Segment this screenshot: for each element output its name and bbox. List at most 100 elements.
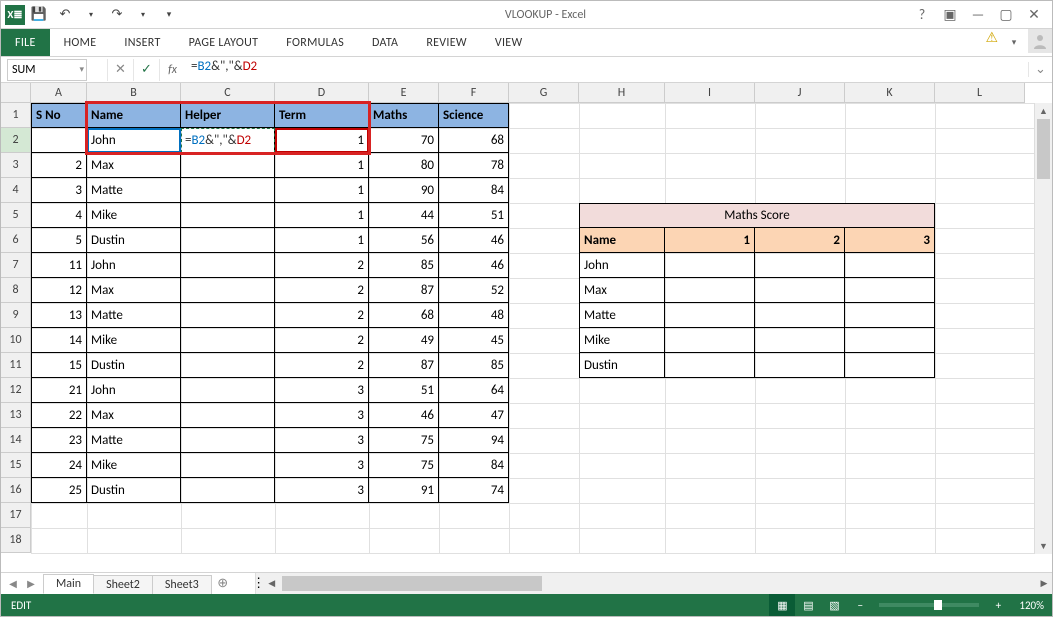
cell-D14[interactable]: 3 <box>275 428 369 453</box>
cell-E5[interactable]: 44 <box>369 203 439 228</box>
tab-page-layout[interactable]: PAGE LAYOUT <box>175 29 273 56</box>
cell-I8[interactable] <box>665 278 755 303</box>
cell-H8[interactable]: Max <box>579 278 665 303</box>
row-header-1[interactable]: 1 <box>1 103 31 128</box>
undo-button[interactable]: ↶ <box>53 3 77 27</box>
cell-A10[interactable]: 14 <box>31 328 87 353</box>
col-header-A[interactable]: A <box>31 83 87 103</box>
cell-K7[interactable] <box>845 253 935 278</box>
col-header-B[interactable]: B <box>87 83 181 103</box>
cell-F11[interactable]: 85 <box>439 353 509 378</box>
cell-J6[interactable]: 2 <box>755 228 845 253</box>
cell-B16[interactable]: Dustin <box>87 478 181 503</box>
cell-H6[interactable]: Name <box>579 228 665 253</box>
cell-C9[interactable] <box>181 303 275 328</box>
cell-F15[interactable]: 84 <box>439 453 509 478</box>
cell-D15[interactable]: 3 <box>275 453 369 478</box>
row-header-4[interactable]: 4 <box>1 178 31 203</box>
row-header-16[interactable]: 16 <box>1 478 31 503</box>
cell-E12[interactable]: 51 <box>369 378 439 403</box>
cell-C8[interactable] <box>181 278 275 303</box>
cell-F2[interactable]: 68 <box>439 128 509 153</box>
cell-H11[interactable]: Dustin <box>579 353 665 378</box>
scroll-up-arrow[interactable]: ▲ <box>1035 103 1052 119</box>
cell-I9[interactable] <box>665 303 755 328</box>
undo-menu[interactable]: ▾ <box>79 3 103 27</box>
cell-E16[interactable]: 91 <box>369 478 439 503</box>
worksheet-grid[interactable]: ABCDEFGHIJKL 123456789101112131415161718… <box>1 83 1052 572</box>
row-header-2[interactable]: 2 <box>1 128 31 153</box>
cell-H7[interactable]: John <box>579 253 665 278</box>
col-header-K[interactable]: K <box>845 83 935 103</box>
cell-D6[interactable]: 1 <box>275 228 369 253</box>
cell-B10[interactable]: Mike <box>87 328 181 353</box>
hscroll-thumb[interactable] <box>282 576 542 591</box>
maximize-button[interactable]: ▢ <box>994 5 1018 25</box>
cell-E14[interactable]: 75 <box>369 428 439 453</box>
tab-file[interactable]: FILE <box>1 29 50 56</box>
cell-C5[interactable] <box>181 203 275 228</box>
cell-B14[interactable]: Matte <box>87 428 181 453</box>
user-avatar[interactable] <box>1028 29 1052 53</box>
vscroll-thumb[interactable] <box>1037 119 1050 179</box>
redo-menu[interactable]: ▾ <box>131 3 155 27</box>
cell-A6[interactable]: 5 <box>31 228 87 253</box>
cell-B1[interactable]: Name <box>87 103 181 128</box>
cell-I10[interactable] <box>665 328 755 353</box>
cell-J11[interactable] <box>755 353 845 378</box>
cell-A2[interactable] <box>31 128 87 153</box>
formula-input[interactable]: =B2&","&D2 <box>185 59 1028 81</box>
cell-D1[interactable]: Term <box>275 103 369 128</box>
cell-E11[interactable]: 87 <box>369 353 439 378</box>
row-header-17[interactable]: 17 <box>1 503 31 528</box>
cell-D8[interactable]: 2 <box>275 278 369 303</box>
col-header-E[interactable]: E <box>369 83 439 103</box>
cell-E1[interactable]: Maths <box>369 103 439 128</box>
cell-B4[interactable]: Matte <box>87 178 181 203</box>
insert-function[interactable]: fx <box>159 59 185 81</box>
col-header-L[interactable]: L <box>935 83 1025 103</box>
cell-E13[interactable]: 46 <box>369 403 439 428</box>
minimize-button[interactable]: — <box>966 5 990 25</box>
cell-A4[interactable]: 3 <box>31 178 87 203</box>
cell-E2[interactable]: 70 <box>369 128 439 153</box>
cell-C15[interactable] <box>181 453 275 478</box>
close-button[interactable]: ✕ <box>1022 5 1046 25</box>
view-page-layout[interactable]: ▤ <box>795 594 821 616</box>
col-header-F[interactable]: F <box>439 83 509 103</box>
cell-J9[interactable] <box>755 303 845 328</box>
row-header-10[interactable]: 10 <box>1 328 31 353</box>
zoom-out[interactable]: − <box>847 594 873 616</box>
cell-E15[interactable]: 75 <box>369 453 439 478</box>
cell-C16[interactable] <box>181 478 275 503</box>
cell-D10[interactable]: 2 <box>275 328 369 353</box>
qat-customize[interactable]: ▾ <box>157 3 181 27</box>
cell-C1[interactable]: Helper <box>181 103 275 128</box>
cell-D12[interactable]: 3 <box>275 378 369 403</box>
cell-B6[interactable]: Dustin <box>87 228 181 253</box>
cell-A11[interactable]: 15 <box>31 353 87 378</box>
cell-I6[interactable]: 1 <box>665 228 755 253</box>
sheet-nav-prev[interactable]: ◀ <box>5 576 21 592</box>
cell-I7[interactable] <box>665 253 755 278</box>
cell-D16[interactable]: 3 <box>275 478 369 503</box>
col-header-J[interactable]: J <box>755 83 845 103</box>
row-header-15[interactable]: 15 <box>1 453 31 478</box>
cell-E3[interactable]: 80 <box>369 153 439 178</box>
cell-B8[interactable]: Max <box>87 278 181 303</box>
expand-formula-bar[interactable]: ⌄ <box>1028 62 1052 77</box>
col-header-G[interactable]: G <box>509 83 579 103</box>
scroll-down-arrow[interactable]: ▼ <box>1035 538 1052 554</box>
cell-F7[interactable]: 46 <box>439 253 509 278</box>
tab-view[interactable]: VIEW <box>481 29 537 56</box>
cell-D3[interactable]: 1 <box>275 153 369 178</box>
zoom-knob[interactable] <box>934 600 942 610</box>
view-normal[interactable]: ▦ <box>769 594 795 616</box>
help-button[interactable]: ? <box>910 5 934 25</box>
row-header-14[interactable]: 14 <box>1 428 31 453</box>
cell-A3[interactable]: 2 <box>31 153 87 178</box>
cell-C11[interactable] <box>181 353 275 378</box>
cell-J10[interactable] <box>755 328 845 353</box>
cell-E8[interactable]: 87 <box>369 278 439 303</box>
cell-K11[interactable] <box>845 353 935 378</box>
